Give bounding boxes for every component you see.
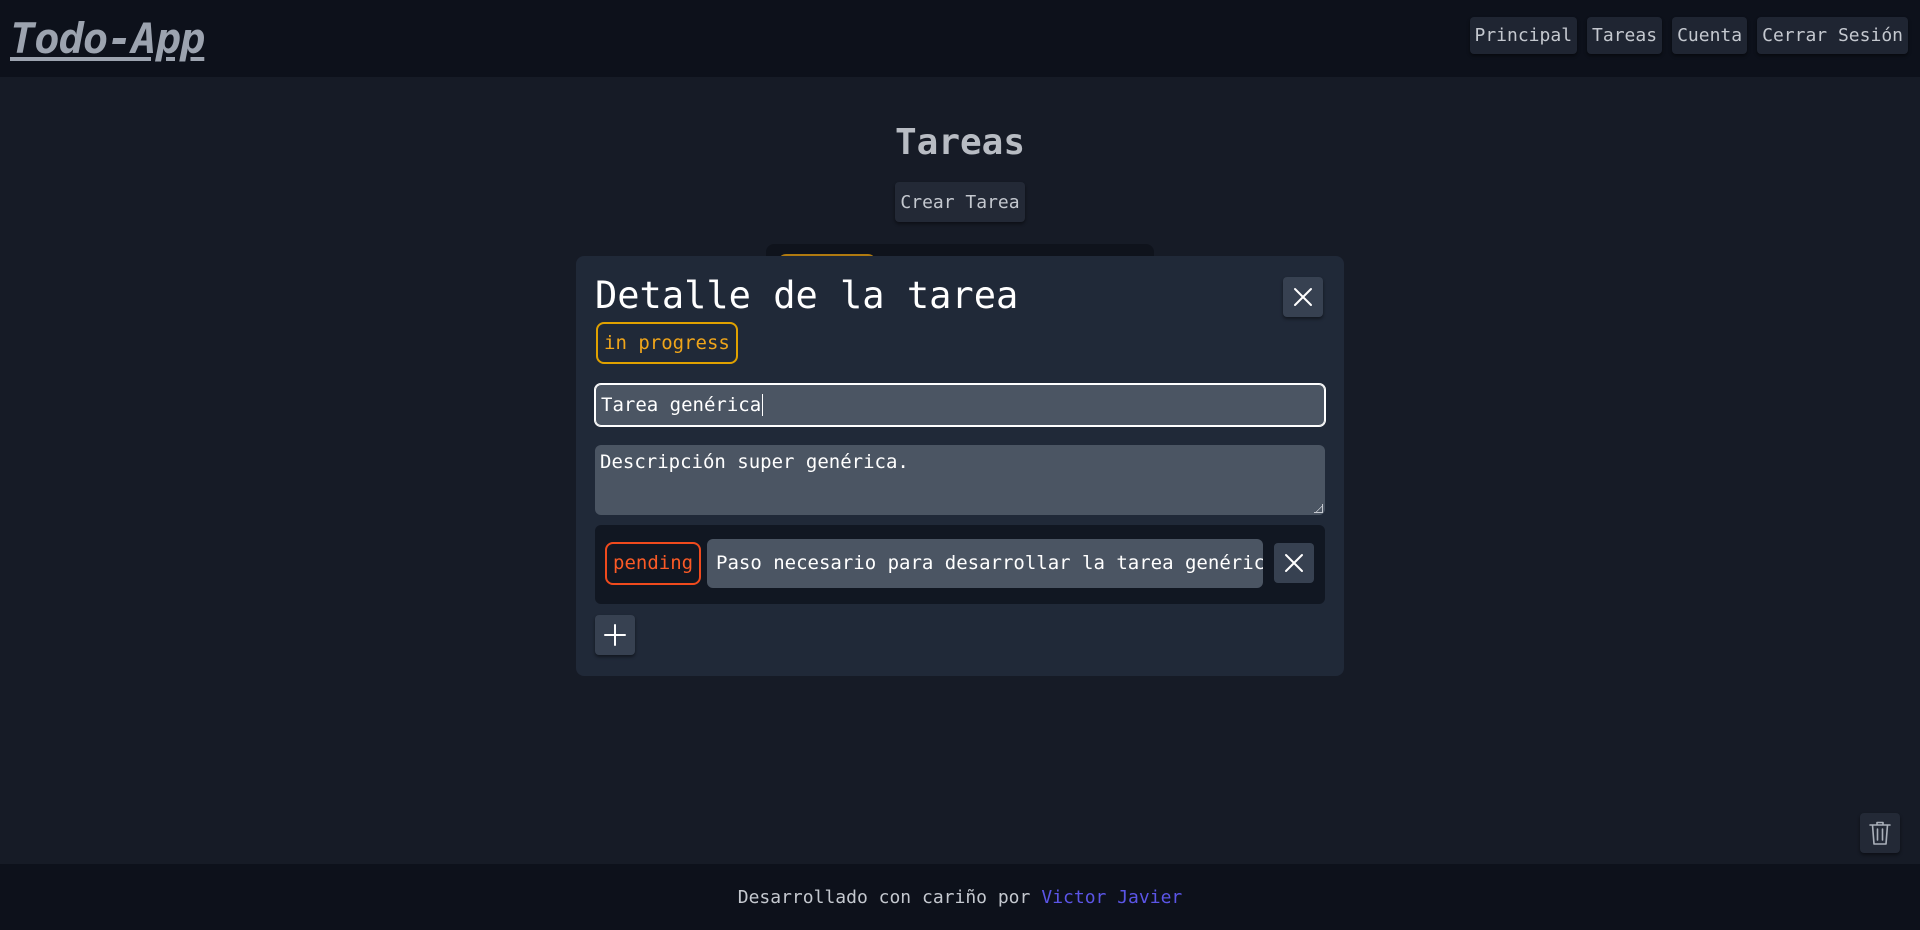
trash-icon bbox=[1869, 821, 1891, 845]
page-title: Tareas bbox=[894, 122, 1026, 163]
task-description-value: Descripción super genérica. bbox=[600, 451, 909, 473]
resize-grip-icon[interactable] bbox=[1314, 504, 1323, 513]
delete-task-button[interactable] bbox=[1860, 813, 1900, 853]
main-nav: Principal Tareas Cuenta Cerrar Sesión bbox=[1469, 17, 1911, 54]
footer-text: Desarrollado con cariño por bbox=[737, 886, 1031, 908]
nav-tareas-button[interactable]: Tareas bbox=[1587, 17, 1663, 54]
nav-cuenta-button[interactable]: Cuenta bbox=[1672, 17, 1748, 54]
nav-logout-button[interactable]: Cerrar Sesión bbox=[1757, 17, 1908, 54]
add-step-button[interactable] bbox=[595, 615, 635, 655]
task-description-textarea[interactable]: Descripción super genérica. bbox=[595, 445, 1325, 515]
create-task-button[interactable]: Crear Tarea bbox=[895, 182, 1025, 222]
nav-principal-button[interactable]: Principal bbox=[1469, 17, 1578, 54]
step-text-input[interactable]: Paso necesario para desarrollar la tarea… bbox=[707, 539, 1263, 588]
task-status-badge[interactable]: in progress bbox=[596, 322, 738, 364]
delete-step-button[interactable] bbox=[1274, 543, 1314, 583]
step-row: pending Paso necesario para desarrollar … bbox=[595, 525, 1325, 604]
task-title-value: Tarea genérica bbox=[601, 394, 762, 416]
plus-icon bbox=[604, 624, 626, 646]
text-caret bbox=[762, 394, 764, 416]
task-detail-modal: Detalle de la tarea in progress Tarea ge… bbox=[576, 256, 1344, 676]
modal-title: Detalle de la tarea bbox=[595, 274, 1019, 317]
close-icon bbox=[1285, 554, 1303, 572]
top-header: Todo-App Principal Tareas Cuenta Cerrar … bbox=[0, 0, 1920, 77]
close-icon bbox=[1294, 288, 1312, 306]
close-modal-button[interactable] bbox=[1283, 277, 1323, 317]
page-footer: Desarrollado con cariño por Victor Javie… bbox=[0, 864, 1920, 930]
task-title-input[interactable]: Tarea genérica bbox=[594, 383, 1326, 427]
app-logo[interactable]: Todo-App bbox=[10, 14, 205, 63]
step-status-badge[interactable]: pending bbox=[605, 542, 702, 585]
author-link[interactable]: Victor Javier bbox=[1041, 887, 1182, 908]
